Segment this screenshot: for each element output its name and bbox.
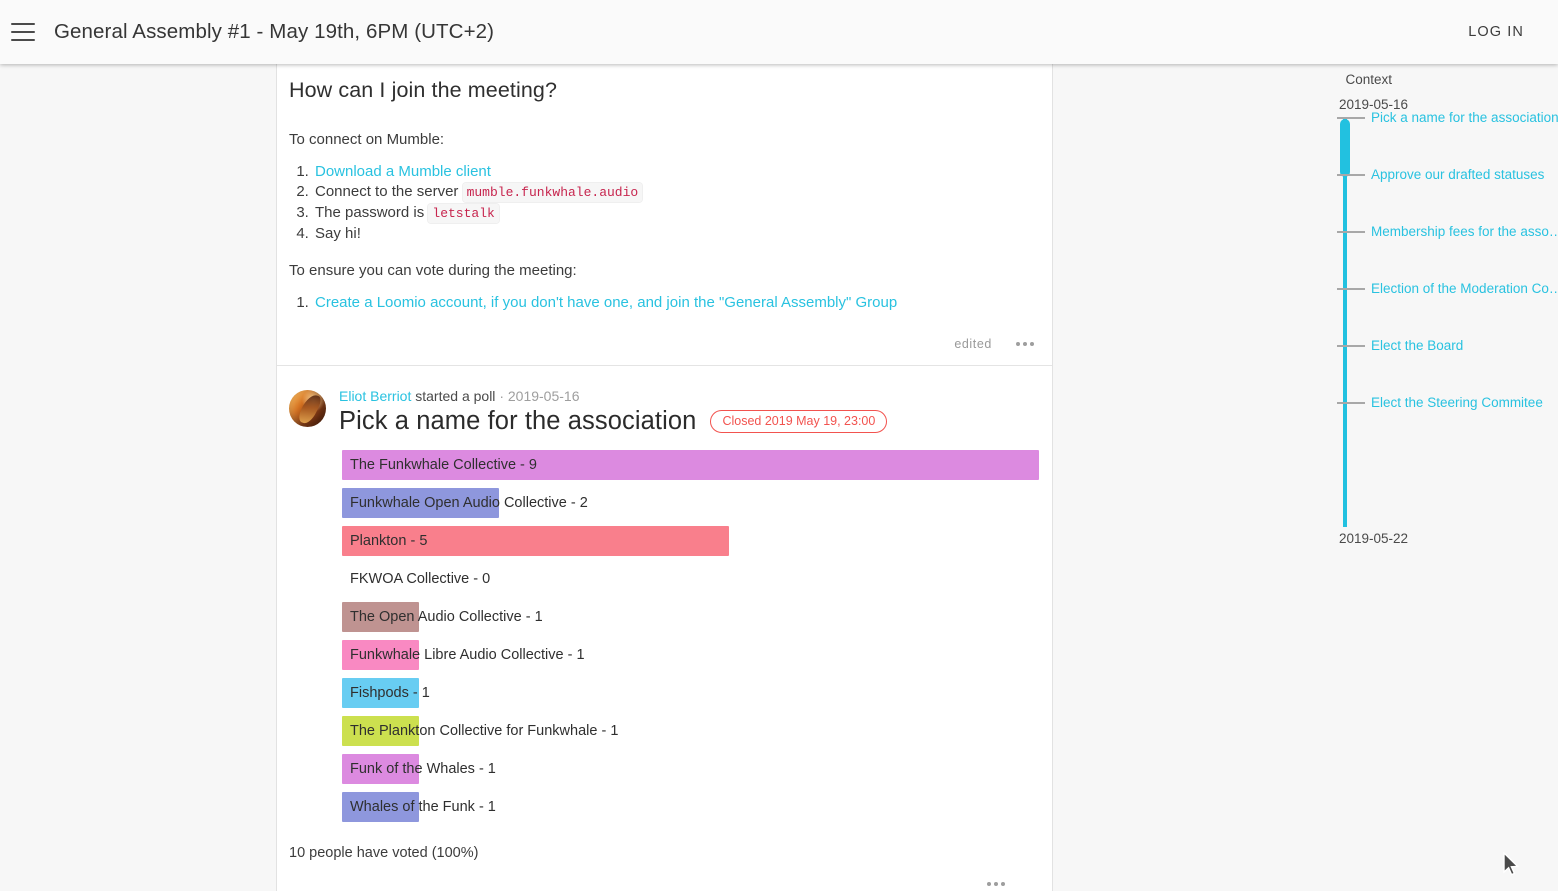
step-text: Say hi! — [315, 225, 361, 242]
context-item-1[interactable]: Approve our drafted statuses — [1337, 167, 1544, 182]
context-column: Context 2019-05-16 Pick a name for the a… — [1054, 64, 1558, 891]
poll-block: Eliot Berriot started a poll · 2019-05-1… — [277, 366, 1052, 891]
timeline-tick — [1337, 173, 1365, 176]
download-mumble-client-link[interactable]: Download a Mumble client — [315, 163, 491, 180]
context-item-5[interactable]: Elect the Steering Commitee — [1337, 395, 1543, 410]
poll-meta: Eliot Berriot started a poll · 2019-05-1… — [339, 388, 887, 404]
poll-action-text: started a poll — [415, 388, 496, 404]
hamburger-menu-icon[interactable] — [11, 23, 35, 41]
poll-option[interactable]: The Plankton Collective for Funkwhale - … — [342, 716, 1023, 746]
more-horizontal-icon[interactable] — [985, 878, 1007, 890]
context-timeline: Context 2019-05-16 Pick a name for the a… — [1054, 64, 1558, 891]
poll-option[interactable]: The Funkwhale Collective - 9 — [342, 450, 1039, 480]
page-body: How can I join the meeting? To connect o… — [0, 64, 1558, 891]
context-item-link[interactable]: Pick a name for the association — [1371, 110, 1558, 125]
context-item-link[interactable]: Approve our drafted statuses — [1371, 167, 1544, 182]
server-address-code: mumble.funkwhale.audio — [462, 183, 643, 202]
poll-header: Eliot Berriot started a poll · 2019-05-1… — [289, 388, 1023, 436]
poll-option[interactable]: The Open Audio Collective - 1 — [342, 602, 1023, 632]
poll-results-chart: The Funkwhale Collective - 9 Funkwhale Op… — [342, 450, 1039, 822]
context-item-link[interactable]: Elect the Board — [1371, 338, 1463, 353]
poll-option-label: Plankton - 5 — [350, 533, 428, 549]
context-item-3[interactable]: Election of the Moderation Comm… — [1337, 281, 1558, 296]
timeline-tick — [1337, 287, 1365, 290]
article-intro: To connect on Mumble: — [289, 131, 445, 148]
article-heading: How can I join the meeting? — [289, 78, 558, 102]
article-meta-row: edited — [277, 329, 1052, 365]
timeline-tick — [1337, 116, 1365, 119]
list-item: Say hi! — [313, 224, 1023, 244]
mumble-steps-list: Download a Mumble client Connect to the … — [313, 162, 1023, 244]
poll-meta-row — [289, 861, 1023, 891]
poll-title: Pick a name for the association — [339, 407, 697, 435]
poll-option-label: The Plankton Collective for Funkwhale - … — [350, 723, 619, 739]
step-text: The password is — [315, 204, 429, 221]
poll-option[interactable]: Funkwhale Libre Audio Collective - 1 — [342, 640, 1023, 670]
poll-option-label: Funkwhale Libre Audio Collective - 1 — [350, 647, 585, 663]
list-item: The password is letstalk — [313, 203, 1023, 224]
poll-option[interactable]: Funkwhale Open Audio Collective - 2 — [342, 488, 1023, 518]
hamburger-bar — [11, 23, 35, 25]
article-body: How can I join the meeting? To connect o… — [277, 64, 1052, 313]
thread-column: How can I join the meeting? To connect o… — [277, 64, 1053, 891]
list-item: Create a Loomio account, if you don't ha… — [313, 293, 1023, 313]
context-end-date: 2019-05-22 — [1339, 531, 1409, 546]
poll-option[interactable]: Plankton - 5 — [342, 526, 1023, 556]
avatar — [289, 390, 326, 427]
edited-label: edited — [954, 337, 992, 351]
timeline-tick — [1337, 230, 1365, 233]
hamburger-bar — [11, 39, 35, 41]
poll-option-label: Whales of the Funk - 1 — [350, 799, 496, 815]
context-item-link[interactable]: Election of the Moderation Comm… — [1371, 281, 1558, 296]
context-item-2[interactable]: Membership fees for the associati… — [1337, 224, 1558, 239]
context-item-4[interactable]: Elect the Board — [1337, 338, 1463, 353]
poll-option-label: Funk of the Whales - 1 — [350, 761, 496, 777]
poll-header-text: Eliot Berriot started a poll · 2019-05-1… — [339, 388, 888, 436]
poll-option-label: The Open Audio Collective - 1 — [350, 609, 543, 625]
meta-separator: · — [499, 388, 504, 404]
poll-author-link[interactable]: Eliot Berriot — [339, 388, 411, 404]
context-title: Context — [1345, 72, 1392, 87]
poll-option-label: Fishpods - 1 — [350, 685, 430, 701]
timeline-tick — [1337, 401, 1365, 404]
article-second-intro: To ensure you can vote during the meetin… — [289, 262, 577, 279]
poll-option-label: Funkwhale Open Audio Collective - 2 — [350, 495, 588, 511]
status-badge: Closed 2019 May 19, 23:00 — [710, 409, 888, 434]
log-in-button[interactable]: LOG IN — [1458, 16, 1534, 48]
context-item-0[interactable]: Pick a name for the association — [1337, 110, 1558, 125]
step-text: Connect to the server — [315, 183, 463, 200]
app-header: General Assembly #1 - May 19th, 6PM (UTC… — [0, 0, 1558, 64]
poll-title-row: Pick a name for the association Closed 2… — [339, 407, 888, 436]
left-gutter — [0, 64, 277, 891]
list-item: Connect to the server mumble.funkwhale.a… — [313, 182, 1023, 203]
list-item: Download a Mumble client — [313, 162, 1023, 182]
poll-option[interactable]: Fishpods - 1 — [342, 678, 1023, 708]
poll-option[interactable]: Whales of the Funk - 1 — [342, 792, 1023, 822]
password-code: letstalk — [428, 204, 499, 223]
poll-voted-summary: 10 people have voted (100%) — [289, 845, 479, 861]
create-loomio-account-link[interactable]: Create a Loomio account, if you don't ha… — [315, 294, 897, 311]
hamburger-bar — [11, 31, 35, 33]
poll-option-label: FKWOA Collective - 0 — [350, 571, 491, 587]
poll-option[interactable]: Funk of the Whales - 1 — [342, 754, 1023, 784]
timeline-tick — [1337, 344, 1365, 347]
voting-steps-list: Create a Loomio account, if you don't ha… — [313, 293, 1023, 313]
page-title: General Assembly #1 - May 19th, 6PM (UTC… — [54, 20, 495, 43]
poll-option[interactable]: FKWOA Collective - 0 — [342, 564, 1023, 594]
poll-date: 2019-05-16 — [507, 388, 580, 404]
context-item-link[interactable]: Elect the Steering Commitee — [1371, 395, 1543, 410]
context-item-link[interactable]: Membership fees for the associati… — [1371, 224, 1558, 239]
more-horizontal-icon[interactable] — [1014, 338, 1036, 350]
poll-option-label: The Funkwhale Collective - 9 — [350, 457, 537, 473]
